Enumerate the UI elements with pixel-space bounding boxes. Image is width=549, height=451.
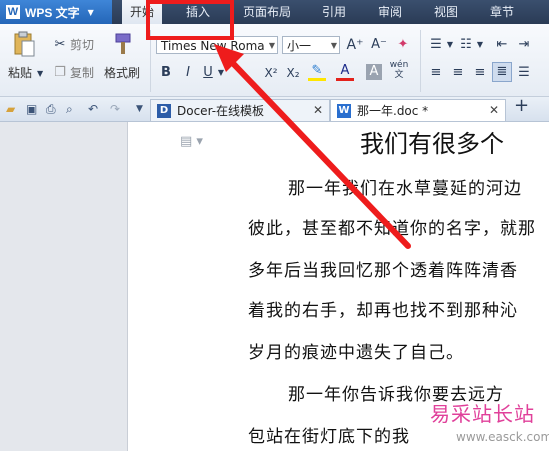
font-name-value: Times New Roma <box>161 39 265 53</box>
open-folder-icon[interactable]: ▰ <box>6 101 15 117</box>
paragraph-line: 包站在街灯底下的我 <box>248 427 410 447</box>
paragraph-line: 那一年我们在水草蔓延的河边 <box>288 179 522 199</box>
decrease-indent-icon[interactable]: ⇤ <box>494 36 510 54</box>
tab-references[interactable]: 引用 <box>310 0 358 24</box>
paragraph-line: 多年后当我回忆那个透着阵阵清香 <box>248 261 518 281</box>
undo-icon[interactable]: ↶ <box>88 101 98 117</box>
close-icon[interactable]: ✕ <box>489 103 499 117</box>
app-title: WPS 文字 <box>25 5 80 20</box>
align-left-icon[interactable]: ≡ <box>428 64 444 82</box>
font-color-icon[interactable]: A <box>336 64 354 81</box>
paste-dropdown-icon[interactable]: ▼ <box>37 65 43 83</box>
distribute-icon[interactable]: ☰ <box>516 64 532 82</box>
bold-button[interactable]: B <box>158 64 174 82</box>
tab-docer-label: Docer-在线模板 <box>177 104 265 118</box>
redo-icon[interactable]: ↷ <box>110 101 120 117</box>
watermark-url: www.easck.com <box>456 430 549 444</box>
tab-docer-templates[interactable]: D Docer-在线模板 ✕ <box>150 99 330 121</box>
justify-icon[interactable]: ≣ <box>492 62 512 82</box>
shrink-font-icon[interactable]: A⁻ <box>370 36 388 54</box>
left-margin-area <box>0 122 128 451</box>
tab-view[interactable]: 视图 <box>422 0 470 24</box>
doc-file-icon: W <box>337 103 351 118</box>
save-icon[interactable]: ▣ <box>26 101 37 117</box>
font-size-combo[interactable]: 小一 ▼ <box>282 36 340 54</box>
watermark-site-name: 易采站长站 <box>430 402 535 426</box>
chevron-down-icon[interactable]: ▼ <box>446 36 454 54</box>
wps-logo-icon: W <box>6 5 20 19</box>
page-icon: ▤ ▾ <box>180 134 203 149</box>
copy-label[interactable]: 复制 <box>70 64 94 81</box>
bullet-list-icon[interactable]: ☰ <box>428 36 444 54</box>
tab-chapter[interactable]: 章节 <box>478 0 526 24</box>
tab-home[interactable]: 开始 <box>122 0 162 24</box>
paragraph-line: 着我的右手，却再也找不到那种沁 <box>248 301 518 321</box>
document-tab-bar: ▰ ▣ ⎙ ⌕ ↶ ↷ ▼ D Docer-在线模板 ✕ W 那一年.doc *… <box>0 97 549 122</box>
format-painter-icon[interactable] <box>110 30 136 58</box>
page-edge <box>127 122 128 451</box>
align-right-icon[interactable]: ≡ <box>472 64 488 82</box>
underline-dropdown-icon[interactable]: ▼ <box>216 64 226 82</box>
char-shading-icon[interactable]: A <box>366 64 382 80</box>
align-center-icon[interactable]: ≡ <box>450 64 466 82</box>
paste-label[interactable]: 粘贴 <box>8 64 32 81</box>
font-size-value: 小一 <box>287 39 312 53</box>
caret-down-icon: ▼ <box>87 7 94 17</box>
print-preview-icon[interactable]: ⌕ <box>66 101 73 117</box>
scissors-icon[interactable]: ✂ <box>52 36 68 54</box>
superscript-button[interactable]: X² <box>262 64 280 82</box>
chevron-down-icon[interactable]: ▼ <box>269 37 275 55</box>
chevron-down-icon[interactable]: ▼ <box>331 37 337 55</box>
print-icon[interactable]: ⎙ <box>46 101 56 117</box>
app-menu-button[interactable]: W WPS 文字 ▼ <box>0 0 112 24</box>
tab-insert[interactable]: 插入 <box>170 0 226 24</box>
paragraph-line: 岁月的痕迹中遗失了自己。 <box>248 343 464 363</box>
italic-button[interactable]: I <box>180 64 196 82</box>
underline-button[interactable]: U <box>200 64 216 82</box>
paste-icon[interactable] <box>10 30 38 58</box>
grow-font-icon[interactable]: A⁺ <box>346 36 364 54</box>
font-name-combo[interactable]: Times New Roma ▼ <box>156 36 278 54</box>
tab-review[interactable]: 审阅 <box>366 0 414 24</box>
customize-toolbar-icon[interactable]: ▼ <box>136 101 143 117</box>
tab-document-label: 那一年.doc * <box>357 104 429 118</box>
docer-icon: D <box>157 103 171 118</box>
phonetic-guide-icon[interactable]: wén 文 <box>388 60 410 80</box>
ribbon-toolbar: 粘贴 ▼ ✂ 剪切 ❐ 复制 格式刷 Times New Roma ▼ 小一 ▼… <box>0 24 549 97</box>
numbered-list-icon[interactable]: ☷ <box>458 36 474 54</box>
subscript-button[interactable]: X₂ <box>284 64 302 82</box>
paragraph-line: 彼此，甚至都不知道你的名字，就那 <box>248 219 536 239</box>
tab-page-layout[interactable]: 页面布局 <box>236 0 298 24</box>
tab-document[interactable]: W 那一年.doc * ✕ <box>330 99 506 121</box>
ribbon-separator <box>420 30 421 92</box>
phonetic-glyph: wén <box>389 60 409 70</box>
new-tab-plus-icon[interactable]: + <box>514 97 529 115</box>
cut-label[interactable]: 剪切 <box>70 36 94 53</box>
menu-bar: W WPS 文字 ▼ 开始 插入 页面布局 引用 审阅 视图 章节 <box>0 0 549 24</box>
format-painter-label[interactable]: 格式刷 <box>104 64 140 81</box>
close-icon[interactable]: ✕ <box>313 103 323 117</box>
chevron-down-icon[interactable]: ▼ <box>476 36 484 54</box>
ribbon-separator <box>150 30 151 92</box>
increase-indent-icon[interactable]: ⇥ <box>516 36 532 54</box>
copy-icon[interactable]: ❐ <box>52 64 68 82</box>
clear-format-icon[interactable]: ✦ <box>394 36 412 54</box>
highlight-icon[interactable]: ✎ <box>308 64 326 81</box>
document-heading: 我们有很多个 <box>360 130 504 158</box>
